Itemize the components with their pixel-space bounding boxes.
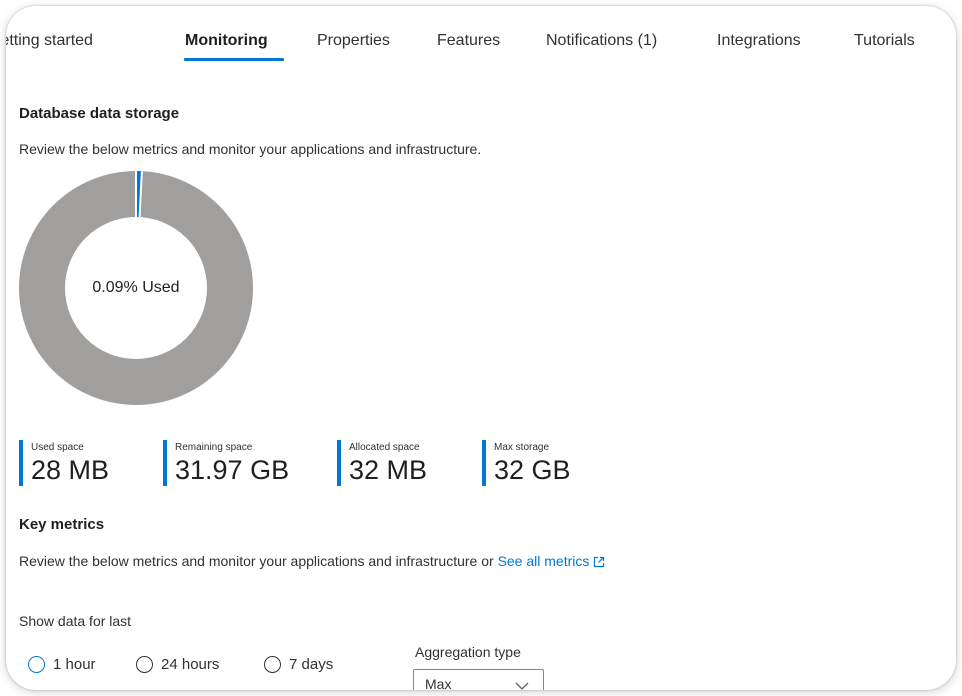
radio-1-hour[interactable]: 1 hour bbox=[28, 656, 96, 673]
radio-selected-indicator bbox=[28, 656, 45, 673]
metric-remaining-space: Remaining space 31.97 GB bbox=[163, 440, 289, 486]
metric-max-storage: Max storage 32 GB bbox=[482, 440, 571, 486]
see-all-metrics-label: See all metrics bbox=[497, 553, 590, 569]
radio-label: 7 days bbox=[289, 656, 334, 673]
radio-label: 24 hours bbox=[161, 656, 220, 673]
external-link-icon bbox=[593, 555, 605, 571]
aggregation-selected-value: Max bbox=[425, 676, 452, 690]
key-metrics-description: Review the below metrics and monitor you… bbox=[19, 553, 605, 571]
show-data-label: Show data for last bbox=[19, 613, 132, 629]
aggregation-type-dropdown[interactable]: Max bbox=[413, 669, 544, 690]
radio-7-days[interactable]: 7 days bbox=[264, 656, 333, 673]
metric-value: 28 MB bbox=[31, 455, 110, 485]
tab-features[interactable]: Features bbox=[437, 32, 500, 50]
see-all-metrics-link[interactable]: See all metrics bbox=[498, 553, 606, 569]
tab-monitoring[interactable]: Monitoring bbox=[185, 32, 268, 50]
metric-value: 32 GB bbox=[494, 455, 571, 485]
chevron-down-icon bbox=[515, 678, 529, 690]
metric-label: Max storage bbox=[494, 442, 550, 453]
active-tab-indicator bbox=[184, 58, 284, 61]
aggregation-type-label: Aggregation type bbox=[415, 644, 521, 660]
metric-label: Allocated space bbox=[349, 442, 420, 453]
metric-value: 32 MB bbox=[349, 455, 428, 485]
tab-getting-started[interactable]: Getting started bbox=[6, 32, 93, 50]
tab-notifications[interactable]: Notifications (1) bbox=[546, 32, 657, 50]
storage-section-title: Database data storage bbox=[19, 105, 180, 122]
metric-allocated-space: Allocated space 32 MB bbox=[337, 440, 427, 486]
donut-remaining-segment bbox=[19, 171, 253, 405]
monitoring-panel: Getting started Monitoring Properties Fe… bbox=[6, 6, 956, 690]
metric-value: 31.97 GB bbox=[175, 455, 290, 485]
key-metrics-description-text: Review the below metrics and monitor you… bbox=[19, 553, 494, 569]
radio-24-hours[interactable]: 24 hours bbox=[136, 656, 219, 673]
storage-donut-chart bbox=[19, 171, 253, 405]
tab-tutorials[interactable]: Tutorials bbox=[854, 32, 915, 50]
tab-bar: Getting started Monitoring Properties Fe… bbox=[6, 32, 956, 72]
radio-label: 1 hour bbox=[53, 656, 96, 673]
radio-indicator bbox=[136, 656, 153, 673]
storage-description: Review the below metrics and monitor you… bbox=[19, 141, 482, 157]
metric-label: Remaining space bbox=[175, 442, 253, 453]
tab-integrations[interactable]: Integrations bbox=[717, 32, 801, 50]
metric-label: Used space bbox=[31, 442, 84, 453]
metric-used-space: Used space 28 MB bbox=[19, 440, 109, 486]
radio-indicator bbox=[264, 656, 281, 673]
key-metrics-title: Key metrics bbox=[19, 516, 105, 533]
tab-properties[interactable]: Properties bbox=[317, 32, 390, 50]
